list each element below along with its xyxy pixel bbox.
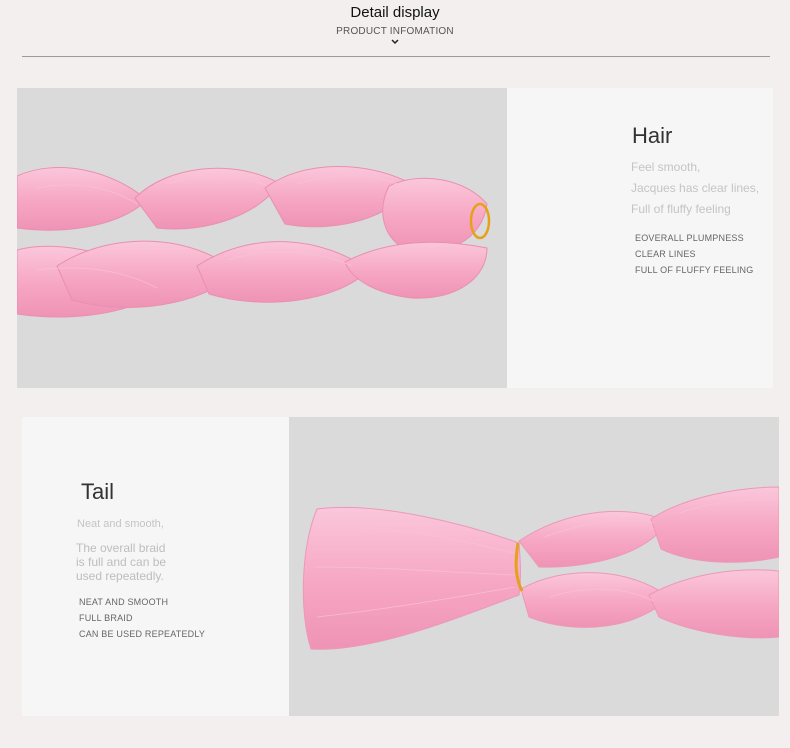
chevron-down-icon-glyph: [391, 39, 399, 45]
hair-braid-photo: [17, 88, 507, 388]
hair-heading: Hair: [632, 123, 673, 148]
tail-feature: FULL BRAID: [79, 613, 133, 623]
hair-feature: CLEAR LINES: [635, 249, 696, 259]
page-subtitle: PRODUCT INFOMATION: [336, 26, 454, 37]
hair-description-line: Feel smooth,: [631, 160, 701, 174]
braid-image: [17, 165, 491, 318]
tail-braid-photo: [289, 417, 779, 716]
tail-feature: NEAT AND SMOOTH: [79, 597, 169, 607]
hair-description-line: Jacques has clear lines,: [631, 181, 760, 195]
page-title: Detail display: [350, 4, 440, 21]
tail-description-line: The overall braid: [76, 541, 166, 555]
tail-description-line: Neat and smooth,: [77, 518, 164, 530]
hair-info-panel: Hair Feel smooth, Jacques has clear line…: [507, 88, 773, 388]
tail-info-panel: Tail Neat and smooth, The overall braid …: [22, 417, 289, 716]
hair-description: Feel smooth, Jacques has clear lines, Fu…: [631, 157, 759, 220]
tail-heading: Tail: [81, 479, 115, 504]
tail-description-line: used repeatedly.: [76, 569, 164, 583]
hair-features: EOVERALL PLUMPNESS CLEAR LINES FULL OF F…: [635, 230, 753, 278]
tail-image: [302, 486, 779, 650]
hair-feature: FULL OF FLUFFY FEELING: [635, 265, 754, 275]
header-divider: [22, 56, 770, 57]
tail-description-2: The overall braid is full and can be use…: [76, 541, 166, 583]
tail-description-line: is full and can be: [76, 555, 167, 569]
hair-description-line: Full of fluffy feeling: [631, 202, 731, 216]
tail-description: Neat and smooth,: [77, 514, 164, 535]
tail-feature: CAN BE USED REPEATEDLY: [79, 629, 206, 639]
tail-features: NEAT AND SMOOTH FULL BRAID CAN BE USED R…: [79, 594, 205, 642]
chevron-down-icon: [0, 38, 790, 48]
hair-feature: EOVERALL PLUMPNESS: [635, 233, 744, 243]
